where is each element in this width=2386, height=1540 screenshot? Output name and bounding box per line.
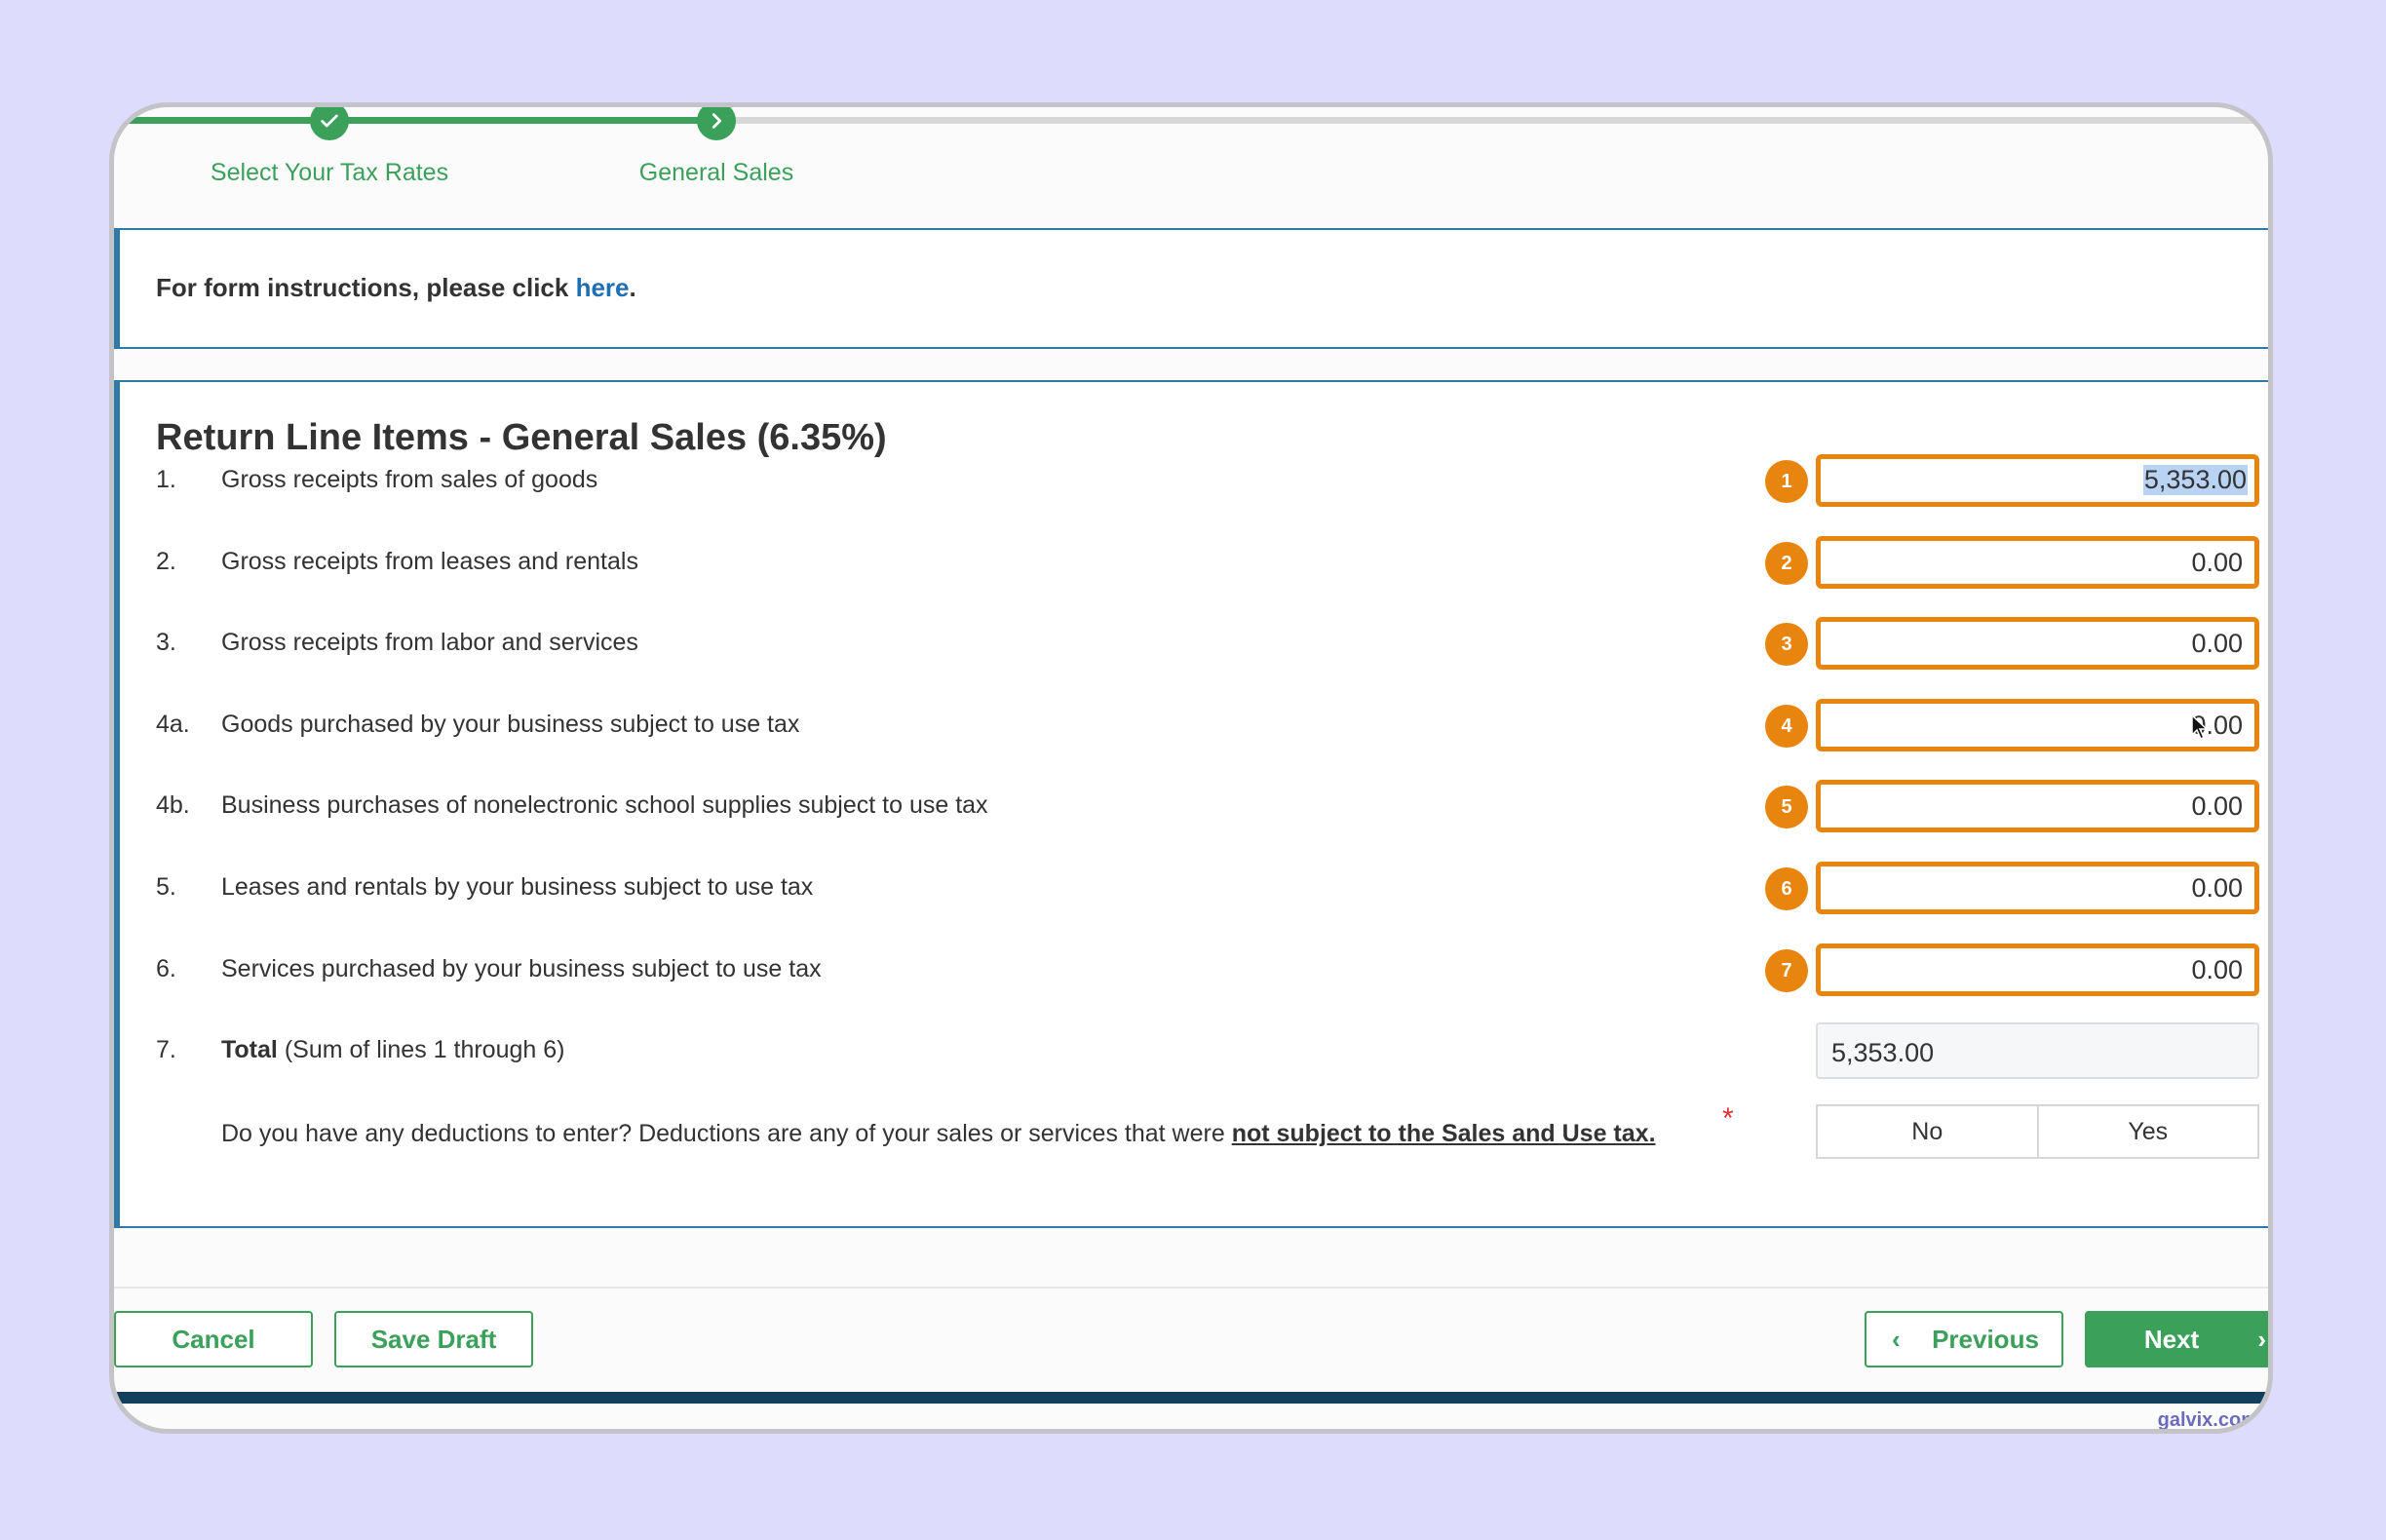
line-item-row: 2. Gross receipts from leases and rental… — [120, 534, 2268, 593]
step-badge: 5 — [1765, 786, 1808, 828]
line-item-row: 5. Leases and rentals by your business s… — [120, 860, 2268, 918]
step-badge: 1 — [1765, 460, 1808, 503]
previous-label: Previous — [1932, 1324, 2039, 1354]
line-label: Gross receipts from leases and rentals — [221, 548, 638, 575]
check-icon — [321, 114, 338, 128]
line-item-row: 4a. Goods purchased by your business sub… — [120, 697, 2268, 755]
deductions-yes-button[interactable]: Yes — [2039, 1106, 2258, 1157]
chevron-right-icon — [712, 113, 722, 129]
step-1-check-icon[interactable] — [310, 107, 349, 140]
chevron-left-icon: ‹ — [1892, 1325, 1901, 1354]
previous-button[interactable]: ‹ Previous — [1865, 1311, 2063, 1367]
next-label: Next — [2143, 1324, 2200, 1354]
instructions-text: For form instructions, please click here… — [156, 273, 636, 303]
deductions-question-emphasis: not subject to the Sales and Use tax. — [1231, 1120, 1656, 1147]
deductions-question-text: Do you have any deductions to enter? Ded… — [221, 1120, 1232, 1147]
step-badge: 7 — [1765, 949, 1808, 992]
line-label: Gross receipts from sales of goods — [221, 466, 598, 493]
chevron-right-icon: › — [2257, 1325, 2266, 1354]
line-5-input[interactable] — [1816, 862, 2259, 914]
instructions-panel: For form instructions, please click here… — [114, 228, 2268, 349]
mouse-cursor-icon — [2191, 713, 2209, 741]
step-badge: 3 — [1765, 623, 1808, 666]
line-label: Gross receipts from labor and services — [221, 629, 638, 656]
total-value: 5,353.00 — [1816, 1022, 2259, 1079]
line-item-row: 4b. Business purchases of nonelectronic … — [120, 778, 2268, 836]
line-label: Goods purchased by your business subject… — [221, 711, 800, 738]
deductions-toggle[interactable]: No Yes — [1816, 1104, 2259, 1159]
line-label: Services purchased by your business subj… — [221, 955, 822, 982]
step-2-chevron-icon[interactable] — [697, 107, 736, 140]
deductions-row: Do you have any deductions to enter? Ded… — [120, 1102, 2268, 1163]
line-number: 5. — [156, 873, 176, 901]
step-badge: 4 — [1765, 705, 1808, 748]
deductions-question: Do you have any deductions to enter? Ded… — [221, 1120, 1656, 1148]
line-2-input[interactable] — [1816, 536, 2259, 589]
line-4b-input[interactable] — [1816, 780, 2259, 832]
total-label-rest: (Sum of lines 1 through 6) — [277, 1036, 565, 1063]
line-items-panel: Return Line Items - General Sales (6.35%… — [114, 380, 2268, 1228]
line-number: 1. — [156, 466, 176, 493]
line-3-input[interactable] — [1816, 617, 2259, 670]
next-button[interactable]: Next › — [2085, 1311, 2268, 1367]
instructions-prefix: For form instructions, please click — [156, 273, 576, 302]
line-1-selected-value: 5,353.00 — [2142, 465, 2248, 495]
total-label: Total (Sum of lines 1 through 6) — [221, 1036, 564, 1064]
line-number: 2. — [156, 548, 176, 575]
line-1-input[interactable]: 5,353.00 — [1816, 454, 2259, 507]
deductions-no-button[interactable]: No — [1818, 1106, 2039, 1157]
footer-divider — [114, 1287, 2268, 1289]
cancel-button[interactable]: Cancel — [114, 1311, 313, 1367]
line-number: 6. — [156, 955, 176, 982]
line-label: Leases and rentals by your business subj… — [221, 873, 814, 901]
total-label-bold: Total — [221, 1036, 278, 1063]
line-number: 3. — [156, 629, 176, 656]
line-number: 4a. — [156, 711, 190, 738]
line-item-row: 6. Services purchased by your business s… — [120, 942, 2268, 1000]
step-badge: 6 — [1765, 867, 1808, 910]
step-1-label[interactable]: Select Your Tax Rates — [211, 159, 448, 187]
save-draft-button[interactable]: Save Draft — [334, 1311, 533, 1367]
line-item-row: 3. Gross receipts from labor and service… — [120, 615, 2268, 674]
stepper-track-completed — [114, 117, 716, 124]
total-row: 7. Total (Sum of lines 1 through 6) 5,35… — [120, 1022, 2268, 1081]
step-badge: 2 — [1765, 542, 1808, 585]
app-window: Select Your Tax Rates General Sales For … — [109, 102, 2273, 1434]
line-number: 4b. — [156, 791, 190, 819]
watermark: galvix.com — [2157, 1409, 2258, 1431]
line-label: Business purchases of nonelectronic scho… — [221, 791, 988, 819]
required-marker: * — [1722, 1102, 1734, 1135]
line-number: 7. — [156, 1036, 176, 1063]
bottom-bar — [114, 1392, 2268, 1404]
line-6-input[interactable] — [1816, 943, 2259, 996]
step-2-label[interactable]: General Sales — [639, 159, 793, 187]
instructions-suffix: . — [629, 273, 636, 302]
instructions-link[interactable]: here — [576, 273, 630, 302]
line-item-row: 1. Gross receipts from sales of goods 1 … — [120, 452, 2268, 511]
